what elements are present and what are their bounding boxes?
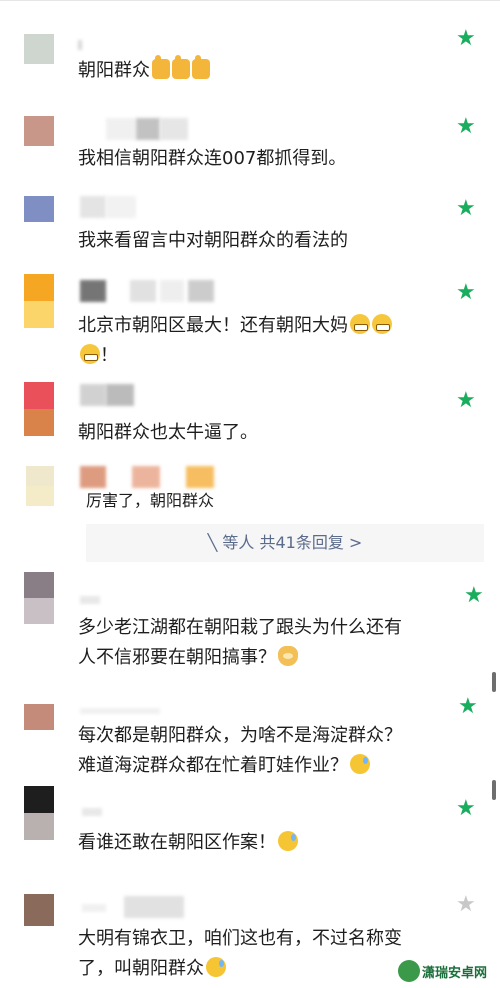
blurred-username xyxy=(80,280,106,302)
comment-text: 朝阳群众也太牛逼了。 xyxy=(78,422,258,443)
blurred-username xyxy=(82,808,102,816)
avatar[interactable] xyxy=(24,572,54,624)
blurred-username xyxy=(136,118,160,140)
blurred-username xyxy=(160,280,184,302)
watermark-text: 潇瑞安卓网 xyxy=(422,966,488,981)
avatar[interactable] xyxy=(26,466,54,506)
avatar[interactable] xyxy=(24,34,54,64)
scrollbar[interactable] xyxy=(492,672,496,692)
sweat-smile-icon xyxy=(278,831,298,851)
blurred-username xyxy=(80,596,100,604)
star-icon[interactable]: ★ xyxy=(456,28,476,50)
sweat-smile-icon xyxy=(206,957,226,977)
reply-arrow-icon: ╲ xyxy=(207,533,218,552)
avatar[interactable] xyxy=(24,786,54,840)
star-icon[interactable]: ★ xyxy=(464,585,484,607)
comment-text: 我相信朝阳群众连007都抓得到。 xyxy=(78,148,347,169)
blurred-username xyxy=(186,466,214,488)
blurred-username xyxy=(106,118,136,140)
more-replies[interactable]: ╲ 等人 共41条回复 > xyxy=(86,524,484,562)
comment-text: 北京市朝阳区最大！还有朝阳大妈 ！ xyxy=(78,311,438,371)
avatar[interactable] xyxy=(24,704,54,730)
watermark: 潇瑞安卓网 xyxy=(398,958,498,984)
blurred-username xyxy=(130,280,156,302)
comment-text: 朝阳群众 xyxy=(78,55,438,86)
comment-text: 多少老江湖都在朝阳栽了跟头为什么还有 人不信邪要在朝阳搞事？ xyxy=(78,617,402,668)
grin-icon xyxy=(350,314,370,334)
avatar[interactable] xyxy=(24,382,54,436)
top-divider xyxy=(0,0,500,1)
blurred-username xyxy=(124,896,184,918)
avatar[interactable] xyxy=(24,274,54,328)
blurred-username xyxy=(80,196,106,218)
star-icon[interactable]: ★ xyxy=(456,116,476,138)
thumbs-up-icon xyxy=(172,55,190,79)
star-icon[interactable]: ★ xyxy=(456,198,476,220)
comment-text: 每次都是朝阳群众，为啥不是海淀群众？ 难道海淀群众都在忙着盯娃作业？ xyxy=(78,725,402,776)
star-icon[interactable]: ★ xyxy=(456,798,476,820)
blurred-username xyxy=(80,384,106,406)
reply-text: 厉害了，朝阳群众 xyxy=(86,491,215,510)
blurred-username xyxy=(78,40,82,50)
grin-icon xyxy=(80,344,100,364)
blurred-username xyxy=(80,708,160,714)
star-icon[interactable]: ★ xyxy=(456,390,476,412)
blurred-username xyxy=(188,280,214,302)
star-icon[interactable]: ★ xyxy=(456,282,476,304)
comment-text: 看谁还敢在朝阳区作案！ xyxy=(78,828,438,858)
star-outline-icon[interactable]: ★ xyxy=(456,894,476,916)
cat-face-icon xyxy=(278,646,298,666)
sweat-smile-icon xyxy=(350,754,370,774)
comment-text: 我来看留言中对朝阳群众的看法的 xyxy=(78,230,348,251)
avatar[interactable] xyxy=(24,116,54,146)
comment-text: 大明有锦衣卫，咱们这也有，不过名称变 了，叫朝阳群众 xyxy=(78,928,402,979)
blurred-username xyxy=(106,196,136,218)
scrollbar[interactable] xyxy=(492,780,496,800)
grin-icon xyxy=(372,314,392,334)
blurred-username xyxy=(160,118,188,140)
avatar[interactable] xyxy=(24,196,54,222)
avatar[interactable] xyxy=(24,894,54,926)
thumbs-up-icon xyxy=(192,55,210,79)
thumbs-up-icon xyxy=(152,55,170,79)
blurred-username xyxy=(106,384,134,406)
blurred-username xyxy=(82,904,106,912)
blurred-username xyxy=(80,466,106,488)
star-icon[interactable]: ★ xyxy=(458,696,478,718)
more-replies-link[interactable]: ╲ 等人 共41条回复 > xyxy=(86,524,484,562)
blurred-username xyxy=(132,466,160,488)
watermark-logo-icon xyxy=(398,960,420,982)
